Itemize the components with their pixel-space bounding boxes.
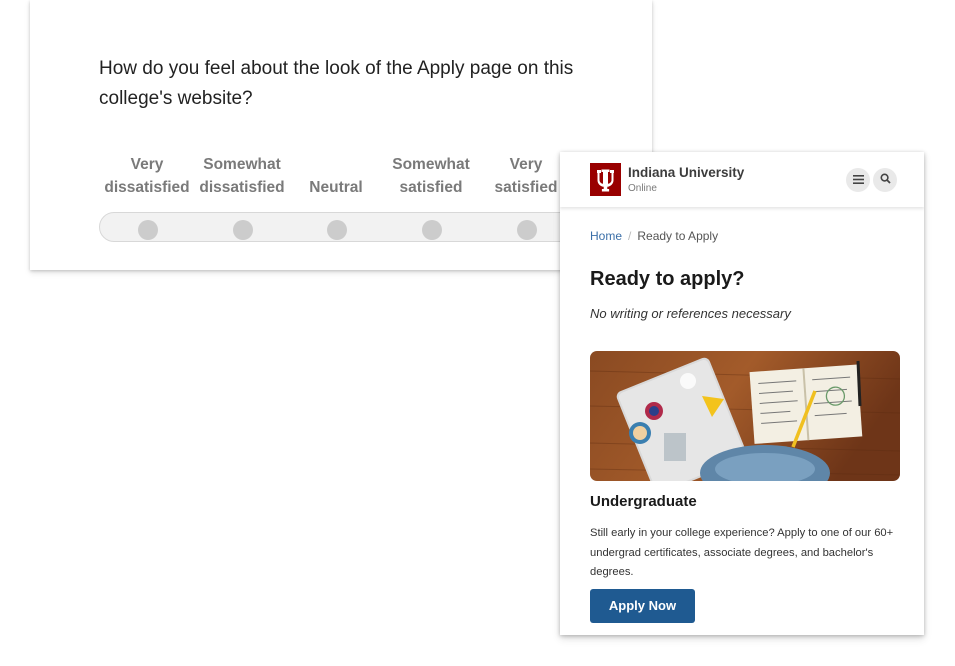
scale-label-somewhat-satisfied: Somewhat satisfied: [392, 156, 470, 196]
site-header: Indiana University Online: [560, 152, 924, 207]
scale-label-very-dissatisfied: Very dissatisfied: [104, 156, 190, 196]
scale-label-somewhat-dissatisfied: Somewhat dissatisfied: [199, 156, 285, 196]
breadcrumb: Home / Ready to Apply: [590, 229, 718, 243]
menu-icon: [852, 171, 864, 189]
section-description: Still early in your college experience? …: [590, 527, 894, 578]
survey-card: How do you feel about the look of the Ap…: [30, 0, 659, 270]
menu-button[interactable]: [846, 168, 870, 192]
rating-option-somewhat-dissatisfied[interactable]: [233, 220, 253, 240]
page-title: Ready to apply?: [590, 268, 745, 290]
brand-name: Indiana University: [628, 165, 745, 180]
rating-option-somewhat-satisfied[interactable]: [422, 220, 442, 240]
apply-page-preview: Indiana University Online Home / Ready to …: [560, 152, 924, 635]
breadcrumb-separator: /: [628, 229, 632, 243]
search-button[interactable]: [873, 168, 897, 192]
section-title: Undergraduate: [590, 493, 697, 510]
rating-option-very-dissatisfied[interactable]: [138, 220, 158, 240]
page-subtitle: No writing or references necessary: [590, 306, 791, 321]
breadcrumb-home-link[interactable]: Home: [590, 229, 622, 243]
search-icon: [879, 171, 891, 189]
scale-label-neutral: Neutral: [309, 179, 363, 196]
survey-question: How do you feel about the look of the Ap…: [99, 58, 574, 109]
rating-option-neutral[interactable]: [327, 220, 347, 240]
breadcrumb-current: Ready to Apply: [637, 229, 719, 243]
iu-trident-logo-icon[interactable]: [590, 163, 621, 196]
brand-subtitle: Online: [628, 183, 657, 194]
apply-now-button[interactable]: Apply Now: [590, 589, 695, 623]
hero-image: [590, 351, 900, 481]
rating-option-very-satisfied[interactable]: [517, 220, 537, 240]
